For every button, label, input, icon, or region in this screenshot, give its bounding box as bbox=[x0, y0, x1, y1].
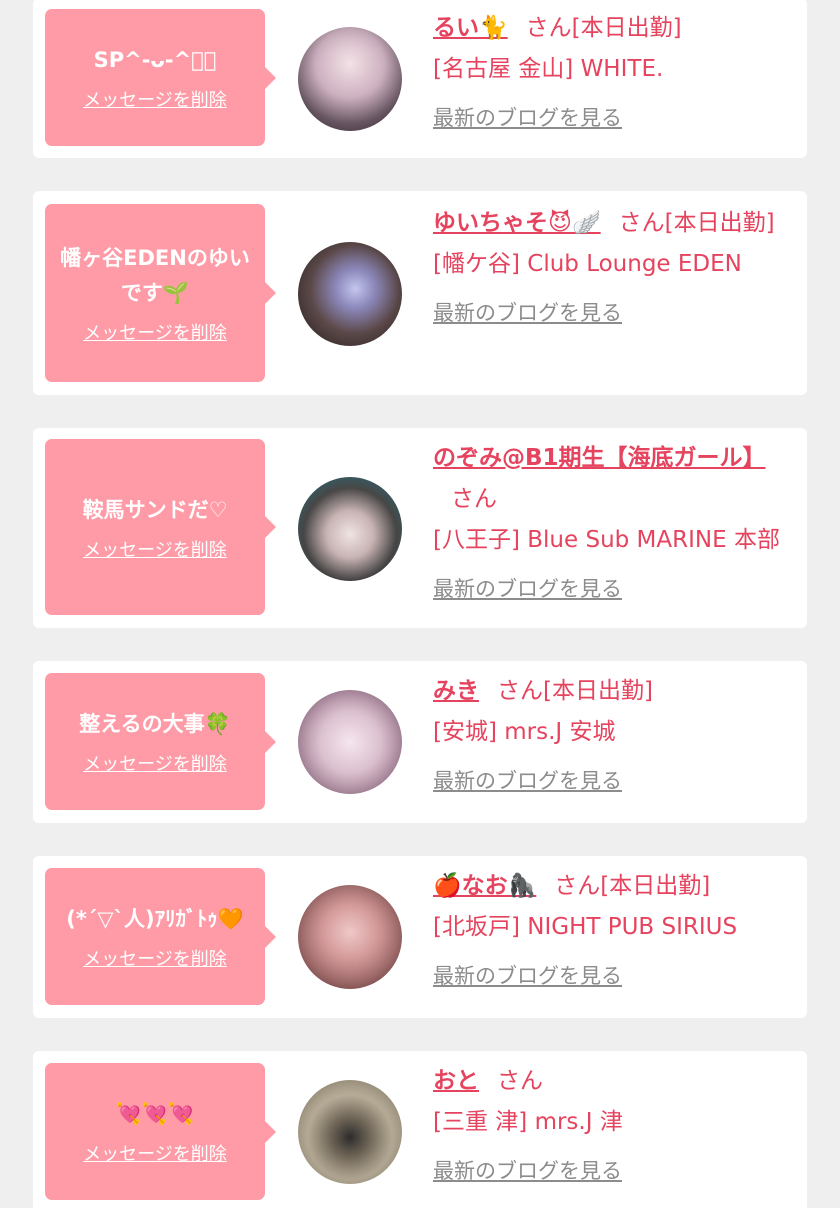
shop-name: [三重 津] mrs.J 津 bbox=[433, 1109, 623, 1135]
message-bubble: 鞍馬サンドだ♡ メッセージを削除 bbox=[45, 439, 276, 615]
shop-name: [安城] mrs.J 安城 bbox=[433, 719, 616, 745]
shop-name: [名古屋 金山] WHITE. bbox=[433, 56, 664, 82]
name-suffix: さん[本日出勤] bbox=[554, 873, 711, 899]
cast-name-link[interactable]: おと bbox=[433, 1068, 479, 1094]
latest-blog-link[interactable]: 最新のブログを見る bbox=[433, 98, 795, 138]
cast-name-link[interactable]: ゆいちゃそ😈🪽 bbox=[433, 210, 601, 236]
delete-message-link[interactable]: メッセージを削除 bbox=[83, 536, 227, 562]
delete-message-link[interactable]: メッセージを削除 bbox=[83, 945, 227, 971]
latest-blog-link[interactable]: 最新のブログを見る bbox=[433, 956, 795, 996]
name-suffix: さん bbox=[451, 486, 497, 512]
message-bubble: (*´▽`人)ｱﾘｶﾞﾄｩ🧡 メッセージを削除 bbox=[45, 868, 276, 1005]
message-text: 幡ヶ谷EDENのゆいです🌱 bbox=[60, 246, 250, 305]
message-text: SP^-ᴗ-^ฅ゙ bbox=[93, 48, 217, 72]
profile-info: のぞみ@B1期生【海底ガール】さん [八王子] Blue Sub MARINE … bbox=[433, 438, 795, 609]
message-card: (*´▽`人)ｱﾘｶﾞﾄｩ🧡 メッセージを削除 🍎なお🦍 さん[本日出勤] [北坂… bbox=[33, 856, 807, 1018]
avatar[interactable] bbox=[298, 27, 402, 131]
message-bubble: 幡ヶ谷EDENのゆいです🌱 メッセージを削除 bbox=[45, 204, 276, 382]
latest-blog-link[interactable]: 最新のブログを見る bbox=[433, 1151, 795, 1191]
profile-info: おと さん [三重 津] mrs.J 津 最新のブログを見る bbox=[433, 1061, 795, 1191]
avatar[interactable] bbox=[298, 885, 402, 989]
profile-info: みき さん[本日出勤] [安城] mrs.J 安城 最新のブログを見る bbox=[433, 671, 795, 801]
delete-message-link[interactable]: メッセージを削除 bbox=[83, 1140, 227, 1166]
message-text: 整えるの大事🍀 bbox=[79, 712, 231, 736]
latest-blog-link[interactable]: 最新のブログを見る bbox=[433, 293, 795, 333]
name-suffix: さん bbox=[497, 1068, 543, 1094]
message-bubble: 💘💘💘 メッセージを削除 bbox=[45, 1063, 276, 1200]
cast-name-link[interactable]: るい🐈 bbox=[433, 15, 508, 41]
avatar[interactable] bbox=[298, 242, 402, 346]
message-text: (*´▽`人)ｱﾘｶﾞﾄｩ🧡 bbox=[66, 907, 244, 931]
name-suffix: さん[本日出勤] bbox=[618, 210, 775, 236]
shop-name: [八王子] Blue Sub MARINE 本部 bbox=[433, 527, 780, 553]
message-card: 整えるの大事🍀 メッセージを削除 みき さん[本日出勤] [安城] mrs.J 安… bbox=[33, 661, 807, 823]
avatar[interactable] bbox=[298, 690, 402, 794]
message-bubble: 整えるの大事🍀 メッセージを削除 bbox=[45, 673, 276, 810]
message-text: 鞍馬サンドだ♡ bbox=[82, 497, 228, 522]
message-card: SP^-ᴗ-^ฅ゙ メッセージを削除 るい🐈 さん[本日出勤] [名古屋 金山] … bbox=[33, 0, 807, 158]
message-card: 幡ヶ谷EDENのゆいです🌱 メッセージを削除 ゆいちゃそ😈🪽 さん[本日出勤] [… bbox=[33, 191, 807, 395]
name-suffix: さん[本日出勤] bbox=[497, 678, 653, 704]
message-card: 鞍馬サンドだ♡ メッセージを削除 のぞみ@B1期生【海底ガール】さん [八王子]… bbox=[33, 428, 807, 628]
latest-blog-link[interactable]: 最新のブログを見る bbox=[433, 569, 795, 609]
profile-info: るい🐈 さん[本日出勤] [名古屋 金山] WHITE. 最新のブログを見る bbox=[433, 8, 795, 138]
shop-name: [北坂戸] NIGHT PUB SIRIUS bbox=[433, 914, 738, 940]
avatar[interactable] bbox=[298, 477, 402, 581]
cast-name-link[interactable]: みき bbox=[433, 678, 479, 704]
shop-name: [幡ケ谷] Club Lounge EDEN bbox=[433, 251, 742, 277]
delete-message-link[interactable]: メッセージを削除 bbox=[83, 319, 227, 345]
delete-message-link[interactable]: メッセージを削除 bbox=[83, 86, 227, 112]
message-bubble: SP^-ᴗ-^ฅ゙ メッセージを削除 bbox=[45, 9, 276, 146]
avatar[interactable] bbox=[298, 1080, 402, 1184]
profile-info: 🍎なお🦍 さん[本日出勤] [北坂戸] NIGHT PUB SIRIUS 最新のブ… bbox=[433, 866, 795, 996]
name-suffix: さん[本日出勤] bbox=[525, 15, 682, 41]
profile-info: ゆいちゃそ😈🪽 さん[本日出勤] [幡ケ谷] Club Lounge EDEN 最… bbox=[433, 203, 795, 333]
cast-name-link[interactable]: のぞみ@B1期生【海底ガール】 bbox=[433, 445, 766, 471]
message-text: 💘💘💘 bbox=[115, 1102, 195, 1126]
latest-blog-link[interactable]: 最新のブログを見る bbox=[433, 761, 795, 801]
delete-message-link[interactable]: メッセージを削除 bbox=[83, 750, 227, 776]
cast-name-link[interactable]: 🍎なお🦍 bbox=[433, 873, 536, 899]
message-card: 💘💘💘 メッセージを削除 おと さん [三重 津] mrs.J 津 最新のブログを… bbox=[33, 1051, 807, 1208]
